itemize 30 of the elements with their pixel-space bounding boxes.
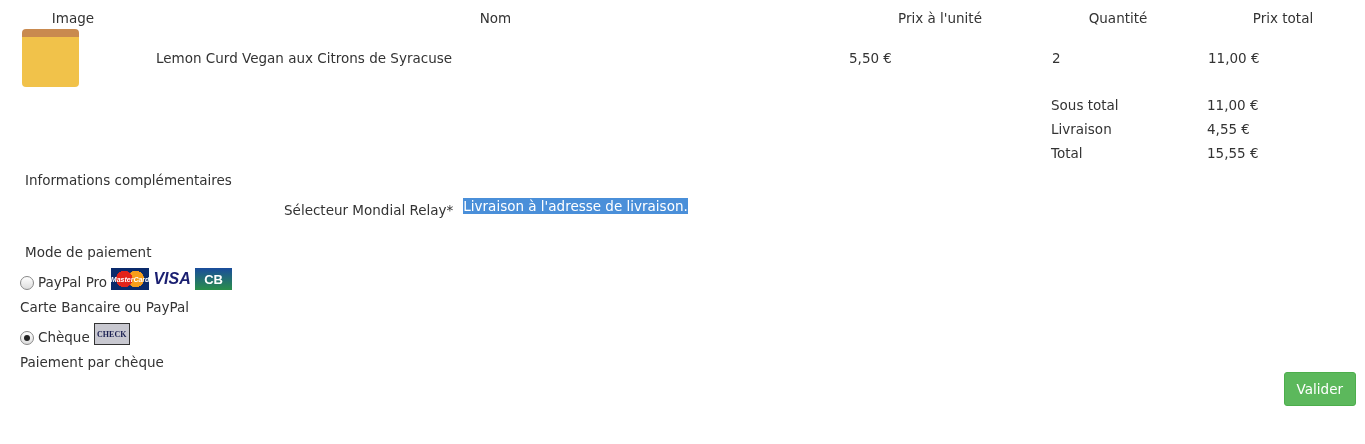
quantity: 2 xyxy=(1052,50,1061,66)
payment-description: Carte Bancaire ou PayPal xyxy=(20,299,189,315)
radio-button[interactable] xyxy=(20,276,34,290)
section-heading: Informations complémentaires xyxy=(25,172,232,188)
radio-button[interactable] xyxy=(20,331,34,345)
summary-value: 4,55 € xyxy=(1207,120,1251,138)
summary-value: 15,55 € xyxy=(1207,144,1260,162)
unit-price: 5,50 € xyxy=(849,50,892,66)
payment-label: Chèque xyxy=(38,329,90,345)
summary-label: Sous total xyxy=(1051,96,1120,114)
column-header: Quantité xyxy=(1087,9,1149,28)
column-header: Nom xyxy=(478,9,513,28)
summary-label: Livraison xyxy=(1051,120,1113,138)
section-heading: Mode de paiement xyxy=(25,244,152,260)
summary-label: Total xyxy=(1051,144,1084,162)
card-logo: CB xyxy=(195,268,233,290)
row-total: 11,00 € xyxy=(1208,50,1260,66)
column-header: Image xyxy=(50,9,96,28)
field-label: Sélecteur Mondial Relay* xyxy=(284,202,454,218)
product-photo-placeholder xyxy=(22,29,79,87)
delivery-text: Livraison à l'adresse de livraison. xyxy=(463,198,688,214)
card-logo: VISA xyxy=(153,269,192,289)
card-logo: CHECK xyxy=(93,323,130,345)
column-header: Prix total xyxy=(1251,9,1315,28)
summary-value: 11,00 € xyxy=(1207,96,1260,114)
column-header: Prix à l'unité xyxy=(897,9,983,28)
payment-description: Paiement par chèque xyxy=(20,354,164,370)
product-name: Lemon Curd Vegan aux Citrons de Syracuse xyxy=(156,50,453,66)
payment-label: PayPal Pro xyxy=(38,274,108,290)
submit-button[interactable]: Valider xyxy=(1283,372,1356,406)
